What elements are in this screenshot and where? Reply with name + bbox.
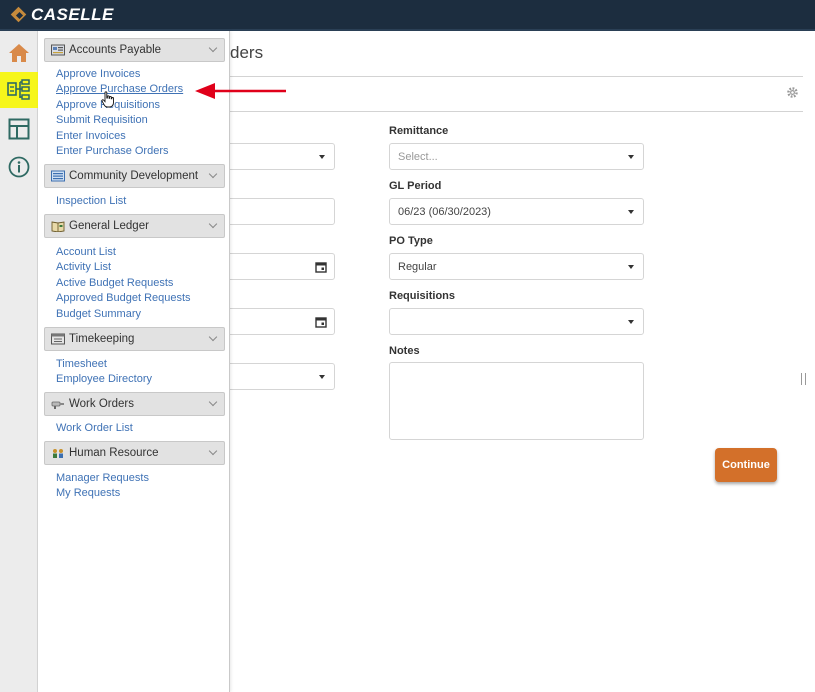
info-button[interactable] [0, 149, 38, 185]
section-title: Accounts Payable [69, 44, 162, 56]
gear-icon [787, 87, 798, 98]
requisitions-label: Requisitions [389, 290, 456, 302]
workflow-menu-button[interactable] [0, 72, 38, 108]
accounts-payable-icon [51, 44, 65, 56]
chevron-down-icon [628, 320, 634, 324]
title-divider [229, 76, 803, 77]
chevron-down-icon [208, 446, 218, 456]
po-type-value: Regular [398, 260, 437, 273]
remittance-placeholder: Select... [398, 150, 438, 163]
menu-item-approve-purchase-orders[interactable]: Approve Purchase Orders [56, 83, 183, 95]
chevron-down-icon [319, 375, 325, 379]
home-icon [9, 44, 29, 62]
settings-button[interactable] [786, 86, 799, 102]
general-ledger-icon [51, 221, 65, 232]
menu-item-my-requests[interactable]: My Requests [56, 487, 120, 499]
menu-item-timesheet[interactable]: Timesheet [56, 358, 107, 370]
requisitions-select[interactable] [389, 308, 644, 335]
continue-button[interactable]: Continue [715, 448, 777, 482]
chevron-down-icon [628, 210, 634, 214]
section-community-development[interactable]: Community Development [44, 164, 225, 188]
menu-item-work-order-list[interactable]: Work Order List [56, 422, 133, 434]
remittance-label: Remittance [389, 125, 449, 137]
notes-textarea[interactable] [389, 362, 644, 440]
menu-item-employee-directory[interactable]: Employee Directory [56, 373, 152, 385]
po-type-select[interactable]: Regular [389, 253, 644, 280]
chevron-down-icon [628, 265, 634, 269]
top-bar: CASELLE [0, 0, 815, 31]
info-icon [8, 156, 30, 178]
caselle-logo[interactable]: CASELLE [10, 5, 114, 25]
sitemap-icon [7, 79, 30, 100]
chevron-down-icon [208, 219, 218, 229]
section-title: Timekeeping [69, 333, 135, 345]
menu-item-activity-list[interactable]: Activity List [56, 261, 111, 273]
chevron-down-icon [208, 332, 218, 342]
section-title: Human Resource [69, 447, 159, 459]
menu-item-approved-budget-requests[interactable]: Approved Budget Requests [56, 292, 191, 304]
dashboard-layout-button[interactable] [0, 111, 38, 147]
gl-period-select[interactable]: 06/23 (06/30/2023) [389, 198, 644, 225]
menu-item-enter-invoices[interactable]: Enter Invoices [56, 130, 126, 142]
gl-period-value: 06/23 (06/30/2023) [398, 205, 491, 218]
calendar-icon [315, 262, 327, 273]
menu-item-submit-requisition[interactable]: Submit Requisition [56, 114, 148, 126]
annotation-arrow-icon [195, 83, 286, 99]
chevron-down-icon [208, 169, 218, 179]
menu-item-manager-requests[interactable]: Manager Requests [56, 472, 149, 484]
menu-item-budget-summary[interactable]: Budget Summary [56, 308, 141, 320]
calendar-icon [315, 317, 327, 328]
navigation-flyout-menu: Accounts Payable Approve Invoices Approv… [38, 31, 230, 692]
notes-label: Notes [389, 345, 420, 357]
resize-handle[interactable] [801, 373, 806, 385]
section-general-ledger[interactable]: General Ledger [44, 214, 225, 238]
brand-name: CASELLE [31, 5, 114, 24]
chevron-down-icon [628, 155, 634, 159]
section-title: General Ledger [69, 220, 149, 232]
po-type-label: PO Type [389, 235, 433, 247]
work-orders-icon [51, 401, 64, 409]
left-icon-rail [0, 31, 38, 692]
home-button[interactable] [0, 35, 38, 71]
section-human-resource[interactable]: Human Resource [44, 441, 225, 465]
timekeeping-icon [51, 333, 65, 345]
page-title: ders [230, 43, 264, 62]
caselle-logo-mark-icon [10, 6, 28, 24]
gl-period-label: GL Period [389, 180, 442, 192]
layout-icon [8, 118, 30, 140]
human-resource-icon [53, 449, 63, 458]
section-title: Community Development [69, 170, 199, 182]
section-work-orders[interactable]: Work Orders [44, 392, 225, 416]
section-title: Work Orders [69, 398, 134, 410]
menu-item-enter-purchase-orders[interactable]: Enter Purchase Orders [56, 145, 169, 157]
community-development-icon [51, 170, 65, 182]
chevron-down-icon [208, 397, 218, 407]
menu-item-approve-invoices[interactable]: Approve Invoices [56, 68, 140, 80]
menu-item-inspection-list[interactable]: Inspection List [56, 195, 126, 207]
hand-cursor-icon [101, 91, 114, 108]
chevron-down-icon [319, 155, 325, 159]
remittance-select[interactable]: Select... [389, 143, 644, 170]
chevron-down-icon [208, 43, 218, 53]
menu-item-account-list[interactable]: Account List [56, 246, 116, 258]
toolbar-divider [229, 111, 803, 112]
section-accounts-payable[interactable]: Accounts Payable [44, 38, 225, 62]
menu-item-active-budget-requests[interactable]: Active Budget Requests [56, 277, 173, 289]
section-timekeeping[interactable]: Timekeeping [44, 327, 225, 351]
